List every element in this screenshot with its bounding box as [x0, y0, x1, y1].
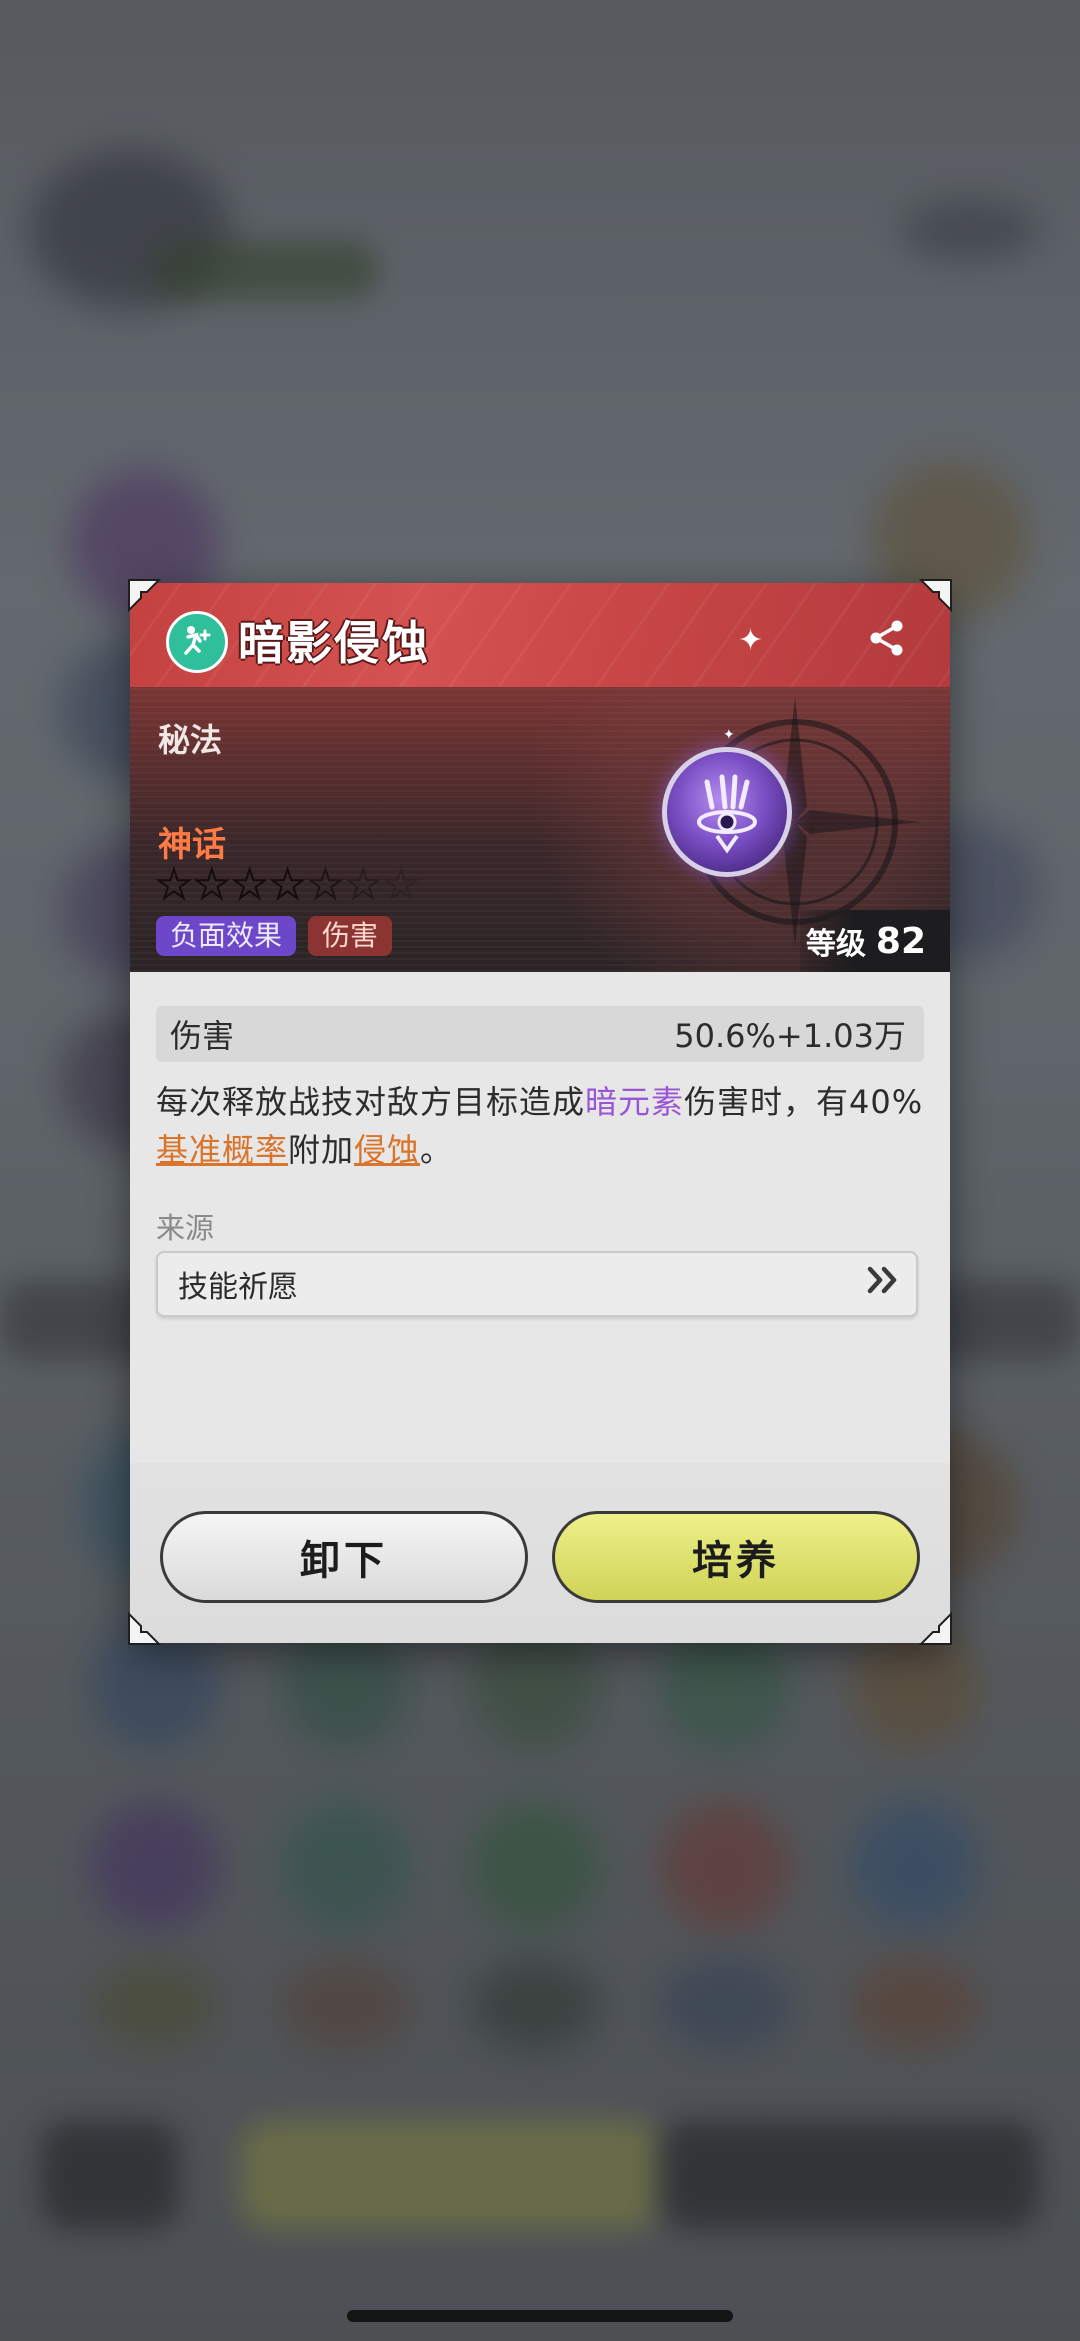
skill-tags: 负面效果 伤害	[156, 916, 393, 956]
level-label: 等级	[805, 927, 866, 962]
star-empty-icon: ★	[193, 862, 231, 908]
double-chevron-right-icon	[866, 1264, 900, 1304]
desc-text: 伤害时，有40%	[684, 1083, 924, 1121]
share-icon	[870, 620, 903, 656]
skill-detail-popup: 暗影侵蚀 ✦ ✦ 秘法 神话 ★ ★ ★ ★ ★ ★ ★ 负面效果 伤害 等级 …	[130, 583, 950, 1643]
corner-ornament-icon	[918, 578, 953, 613]
star-empty-icon: ★	[231, 862, 269, 908]
base-chance-link[interactable]: 基准概率	[156, 1131, 288, 1169]
star-empty-icon: ★	[382, 862, 420, 908]
unequip-button[interactable]: 卸下	[160, 1511, 528, 1603]
dark-element-highlight: 暗元素	[585, 1083, 685, 1121]
desc-text: 。	[420, 1131, 454, 1169]
skill-hero-panel: ✦ 秘法 神话 ★ ★ ★ ★ ★ ★ ★ 负面效果 伤害 等级 82	[130, 687, 950, 972]
desc-text: 每次释放战技对敌方目标造成	[156, 1083, 586, 1121]
source-label: 来源	[156, 1211, 215, 1245]
star-empty-icon: ★	[155, 862, 193, 908]
source-row-button[interactable]: 技能祈愿	[156, 1251, 918, 1317]
popup-header: 暗影侵蚀 ✦	[130, 583, 950, 691]
skill-rarity: 神话	[158, 825, 226, 865]
corner-ornament-icon	[127, 1611, 162, 1646]
dark-element-sigil-icon	[662, 747, 792, 877]
running-figure-icon	[166, 611, 228, 673]
tag-damage: 伤害	[308, 916, 393, 956]
corner-ornament-icon	[918, 1611, 953, 1646]
share-button[interactable]	[864, 615, 910, 661]
star-empty-icon: ★	[269, 862, 307, 908]
star-empty-icon: ★	[344, 862, 382, 908]
sparkle-small-icon: ✦	[723, 727, 735, 743]
skill-description: 每次释放战技对敌方目标造成暗元素伤害时，有40% 基准概率附加侵蚀。	[156, 1078, 924, 1174]
star-empty-icon: ★	[306, 862, 344, 908]
stat-value: 50.6%+1.03万	[674, 1017, 906, 1055]
sparkle-icon: ✦	[738, 623, 764, 658]
skill-title: 暗影侵蚀	[238, 616, 430, 670]
star-rating: ★ ★ ★ ★ ★ ★ ★	[155, 862, 420, 908]
train-button[interactable]: 培养	[552, 1511, 920, 1603]
stat-label: 伤害	[170, 1017, 235, 1055]
home-indicator[interactable]	[347, 2310, 733, 2322]
stat-row: 伤害 50.6%+1.03万	[156, 1006, 924, 1062]
level-value: 82	[875, 920, 926, 962]
source-value: 技能祈愿	[178, 1270, 298, 1305]
level-badge: 等级 82	[800, 910, 950, 972]
corner-ornament-icon	[127, 578, 162, 613]
tag-debuff: 负面效果	[156, 916, 297, 956]
desc-text: 附加	[288, 1131, 355, 1169]
corrosion-link[interactable]: 侵蚀	[354, 1131, 420, 1169]
skill-category: 秘法	[158, 721, 223, 759]
